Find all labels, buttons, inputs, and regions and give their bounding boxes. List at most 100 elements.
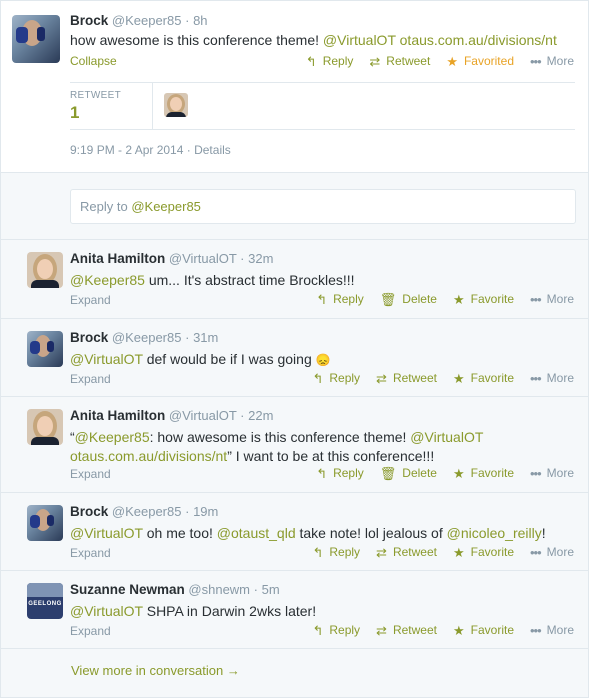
mention-link[interactable]: @Keeper85	[75, 429, 150, 445]
tweet-time[interactable]: 19m	[193, 504, 218, 519]
author-name[interactable]: Brock	[70, 330, 108, 345]
avatar[interactable]	[12, 15, 60, 63]
view-more-conversation-link[interactable]: View more in conversation →	[71, 663, 240, 678]
mention-link[interactable]: @otaust_qld	[217, 525, 296, 541]
separator-dot: ·	[240, 408, 245, 423]
favorite-button[interactable]: ★ Favorite	[453, 371, 514, 385]
author-name[interactable]: Anita Hamilton	[70, 251, 165, 266]
timestamp-text[interactable]: 9:19 PM - 2 Apr 2014	[70, 143, 183, 157]
delete-button[interactable]: 🗑 Delete	[380, 292, 437, 306]
mention-link[interactable]: @VirtualOT	[323, 32, 396, 48]
more-button[interactable]: ••• More	[530, 466, 574, 480]
tweet-time[interactable]: 5m	[262, 582, 280, 597]
author-handle[interactable]: @Keeper85	[112, 13, 182, 28]
favorite-button[interactable]: ★ Favorite	[453, 466, 514, 480]
tweet-actions: ↰ Reply ⇄ Retweet ★ Favorite ••• More	[296, 623, 574, 637]
details-link[interactable]: Details	[194, 143, 231, 157]
expand-link[interactable]: Expand	[70, 293, 111, 307]
tweet-text-tail: ” I want to be at this conference!!!	[227, 448, 435, 464]
reply-button[interactable]: ↰ Reply	[312, 371, 360, 385]
tweet-text-main: : how awesome is this conference theme!	[149, 429, 411, 445]
expand-link[interactable]: Expand	[70, 467, 111, 481]
tweet-time[interactable]: 32m	[248, 251, 273, 266]
avatar[interactable]	[27, 252, 63, 288]
tweet-timestamp: 9:19 PM - 2 Apr 2014 · Details	[70, 143, 231, 157]
tweet-actions: ↰ Reply ⇄ Retweet ★ Favorited ••• More	[290, 54, 574, 68]
more-button[interactable]: ••• More	[530, 54, 574, 68]
favorite-button[interactable]: ★ Favorited	[446, 54, 514, 68]
more-button[interactable]: ••• More	[530, 545, 574, 559]
expand-link[interactable]: Expand	[70, 546, 111, 560]
reply-button[interactable]: ↰ Reply	[316, 292, 364, 306]
author-name[interactable]: Brock	[70, 13, 108, 28]
reply-button[interactable]: ↰ Reply	[306, 54, 354, 68]
reply-tweet[interactable]: Brock @Keeper85 · 19m @VirtualOT oh me t…	[1, 493, 588, 571]
author-name[interactable]: Anita Hamilton	[70, 408, 165, 423]
more-label: More	[546, 545, 574, 559]
mention-link[interactable]: @Keeper85	[70, 272, 145, 288]
retweet-label: Retweet	[392, 545, 437, 559]
expand-link[interactable]: Expand	[70, 624, 111, 638]
collapse-link[interactable]: Collapse	[70, 54, 117, 68]
author-handle[interactable]: @Keeper85	[112, 330, 182, 345]
expand-link[interactable]: Expand	[70, 372, 111, 386]
tweet-text-main: def would be if I was going	[142, 351, 316, 367]
reply-tweet[interactable]: Brock @Keeper85 · 31m @VirtualOT def wou…	[1, 319, 588, 397]
retweet-button[interactable]: ⇄ Retweet	[376, 623, 437, 637]
more-label: More	[546, 292, 574, 306]
tweet-time[interactable]: 22m	[248, 408, 273, 423]
reply-button[interactable]: ↰ Reply	[312, 623, 360, 637]
reply-tweet[interactable]: Anita Hamilton @VirtualOT · 22m “@Keeper…	[1, 397, 588, 493]
author-handle[interactable]: @VirtualOT	[169, 408, 237, 423]
more-button[interactable]: ••• More	[530, 623, 574, 637]
avatar[interactable]: GEELONG	[27, 583, 63, 619]
retweeter-avatar[interactable]	[164, 93, 188, 117]
mention-link[interactable]: @VirtualOT	[70, 351, 143, 367]
tweet-time[interactable]: 31m	[193, 330, 218, 345]
retweet-count[interactable]: 1	[70, 103, 79, 123]
more-dots-icon: •••	[530, 544, 542, 560]
favorite-label: Favorite	[470, 292, 514, 306]
tweet-text: @Keeper85 um... It's abstract time Brock…	[70, 271, 570, 290]
url-link[interactable]: otaus.com.au/divisions/nt	[70, 448, 227, 464]
more-button[interactable]: ••• More	[530, 371, 574, 385]
star-icon: ★	[452, 622, 465, 638]
retweet-button[interactable]: ⇄ Retweet	[376, 545, 437, 559]
tweet-text: @VirtualOT def would be if I was going 😞	[70, 350, 570, 370]
reply-button[interactable]: ↰ Reply	[316, 466, 364, 480]
reply-input[interactable]: Reply to @Keeper85	[70, 189, 576, 224]
more-button[interactable]: ••• More	[530, 292, 574, 306]
author-name[interactable]: Suzanne Newman	[70, 582, 185, 597]
tweet-text-main: um... It's abstract time Brockles!!!	[144, 272, 355, 288]
reply-icon: ↰	[305, 53, 317, 69]
tweet-text-mid: take note! lol jealous of	[295, 525, 447, 541]
favorite-button[interactable]: ★ Favorite	[453, 545, 514, 559]
author-handle[interactable]: @Keeper85	[112, 504, 182, 519]
avatar[interactable]	[27, 505, 63, 541]
retweet-button[interactable]: ⇄ Retweet	[376, 371, 437, 385]
avatar[interactable]	[27, 331, 63, 367]
tweet-time[interactable]: 8h	[193, 13, 207, 28]
author-handle[interactable]: @shnewm	[188, 582, 250, 597]
tweet-text-main: how awesome is this conference theme!	[70, 32, 320, 48]
reply-tweet[interactable]: GEELONG Suzanne Newman @shnewm · 5m @Vir…	[1, 571, 588, 649]
star-icon: ★	[452, 544, 465, 560]
author-name[interactable]: Brock	[70, 504, 108, 519]
star-icon: ★	[452, 465, 465, 481]
reply-tweet[interactable]: Anita Hamilton @VirtualOT · 32m @Keeper8…	[1, 240, 588, 319]
more-dots-icon: •••	[530, 465, 542, 481]
mention-link[interactable]: @nicoleo_reilly	[447, 525, 542, 541]
retweet-button[interactable]: ⇄ Retweet	[369, 54, 430, 68]
mention-link[interactable]: @VirtualOT	[410, 429, 483, 445]
favorite-button[interactable]: ★ Favorite	[453, 623, 514, 637]
url-link[interactable]: otaus.com.au/divisions/nt	[400, 32, 557, 48]
reply-label: Reply	[329, 371, 361, 385]
author-handle[interactable]: @VirtualOT	[169, 251, 237, 266]
avatar[interactable]	[27, 409, 63, 445]
avatar-logo-text: GEELONG	[28, 601, 62, 607]
reply-button[interactable]: ↰ Reply	[312, 545, 360, 559]
mention-link[interactable]: @VirtualOT	[70, 603, 143, 619]
favorite-button[interactable]: ★ Favorite	[453, 292, 514, 306]
mention-link[interactable]: @VirtualOT	[70, 525, 143, 541]
delete-button[interactable]: 🗑 Delete	[380, 466, 437, 480]
